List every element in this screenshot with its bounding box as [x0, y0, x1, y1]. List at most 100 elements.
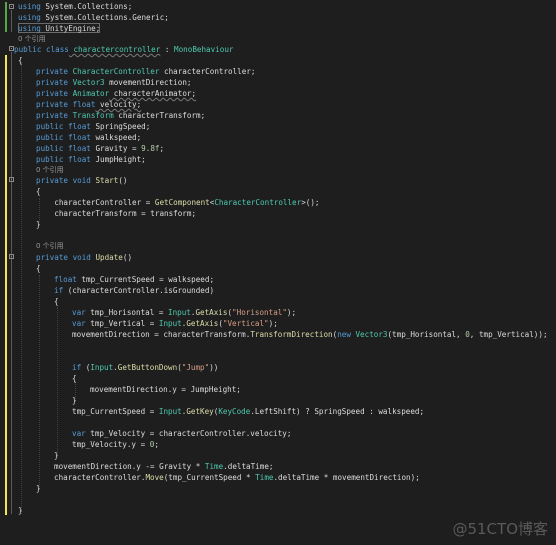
- code-line[interactable]: {: [36, 186, 41, 197]
- code-line[interactable]: {: [18, 55, 23, 66]
- keyword: if: [72, 363, 82, 372]
- code-text: UnityEngine;: [40, 24, 101, 33]
- indent-guide: [57, 307, 58, 455]
- code-line[interactable]: public float Gravity = 9.8f;: [36, 143, 164, 154]
- code-text: System.Collections;: [40, 2, 133, 11]
- code-line[interactable]: using UnityEngine;: [18, 23, 100, 34]
- code-text: characterController.: [54, 473, 146, 482]
- keyword: private: [36, 253, 69, 262]
- type-name: float: [63, 144, 91, 153]
- keyword: void: [68, 253, 91, 262]
- code-line[interactable]: {: [54, 296, 59, 307]
- keyword: var: [72, 308, 86, 317]
- field-name: walkspeed;: [90, 133, 142, 142]
- code-line[interactable]: private float velocity;: [36, 99, 141, 110]
- field-name: characterAnimator;: [109, 89, 197, 98]
- code-line[interactable]: characterTransform = transform;: [36, 208, 196, 219]
- type-name: Time: [204, 462, 224, 471]
- code-line[interactable]: }: [54, 450, 59, 461]
- code-text: (): [118, 176, 128, 185]
- code-line[interactable]: private Transform characterTransform;: [36, 110, 205, 121]
- field-name: velocity;: [95, 100, 142, 109]
- type-name: Input: [90, 363, 114, 372]
- brace: {: [36, 187, 41, 196]
- brace: }: [72, 396, 77, 405]
- codelens-text[interactable]: 0 个引用: [36, 242, 64, 250]
- keyword: new: [337, 330, 351, 339]
- keyword: private: [36, 100, 69, 109]
- code-line[interactable]: tmp_Velocity.y = 0;: [72, 439, 159, 450]
- fold-toggle-icon[interactable]: [9, 177, 14, 182]
- code-line[interactable]: public float SpringSpeed;: [36, 121, 150, 132]
- code-text: (tmp_Horisontal,: [387, 330, 466, 339]
- field-name: characterController;: [159, 67, 256, 76]
- code-line[interactable]: {: [36, 263, 41, 274]
- type-name: float: [63, 155, 91, 164]
- codelens-text[interactable]: 0 个引用: [36, 166, 64, 174]
- method-name: Start: [90, 176, 119, 185]
- code-line[interactable]: public float JumpHeight;: [36, 154, 146, 165]
- code-text: tmp_Horisontal =: [85, 308, 169, 317]
- code-line[interactable]: private void Start(): [36, 175, 127, 186]
- type-name: float: [63, 122, 91, 131]
- code-line[interactable]: {: [72, 373, 77, 384]
- keyword: class: [41, 45, 69, 54]
- keyword: void: [68, 176, 91, 185]
- code-line[interactable]: characterController.Move(tmp_CurrentSpee…: [54, 472, 420, 483]
- type-name: Time: [255, 473, 274, 482]
- code-line[interactable]: movementDirection.y = JumpHeight;: [90, 384, 241, 395]
- brace: }: [36, 220, 41, 229]
- code-line[interactable]: private CharacterController characterCon…: [36, 66, 255, 77]
- code-line[interactable]: characterController = GetComponent<Chara…: [36, 197, 319, 208]
- code-line[interactable]: if (Input.GetButtonDown("Jump")): [72, 362, 218, 373]
- code-line[interactable]: movementDirection = characterTransform.T…: [72, 329, 548, 340]
- code-line[interactable]: }: [18, 505, 23, 516]
- code-text: tmp_Velocity.y =: [72, 440, 150, 449]
- codelens-text[interactable]: 0 个引用: [18, 35, 46, 43]
- code-line[interactable]: private Vector3 movementDirection;: [36, 77, 191, 88]
- code-line[interactable]: var tmp_Horisontal = Input.GetAxis("Hori…: [72, 307, 296, 318]
- keyword: using: [18, 24, 41, 33]
- code-line[interactable]: }: [36, 219, 41, 230]
- code-line[interactable]: float tmp_CurrentSpeed = walkspeed;: [54, 274, 214, 285]
- code-line[interactable]: var tmp_Velocity = characterController.v…: [72, 428, 291, 439]
- code-editor[interactable]: using System.Collections; using System.C…: [0, 0, 556, 545]
- code-line[interactable]: }: [36, 483, 41, 494]
- fold-toggle-icon[interactable]: [9, 4, 14, 9]
- keyword: private: [36, 67, 69, 76]
- change-indicator: [5, 2, 7, 32]
- code-line[interactable]: }: [72, 395, 77, 406]
- code-text: .deltaTime;: [223, 462, 274, 471]
- code-line[interactable]: using System.Collections.Generic;: [18, 12, 169, 23]
- code-line[interactable]: using System.Collections;: [18, 1, 132, 12]
- code-line[interactable]: private Animator characterAnimator;: [36, 88, 196, 99]
- type-name: Vector3: [68, 78, 105, 87]
- type-name: MonoBehaviour: [174, 45, 234, 54]
- fold-toggle-icon[interactable]: [9, 254, 14, 259]
- code-line[interactable]: public class charactercontroller : MonoB…: [14, 44, 233, 55]
- brace: {: [18, 56, 23, 65]
- code-line[interactable]: if (characterController.isGrounded): [54, 285, 214, 296]
- brace: }: [36, 484, 41, 493]
- code-text: (: [81, 363, 91, 372]
- string-literal: "Horisontal": [232, 308, 287, 317]
- code-text: System.Collections.Generic;: [40, 13, 169, 22]
- code-text: );: [286, 308, 297, 317]
- brace: {: [36, 264, 41, 273]
- method-name: GetAxis: [186, 319, 219, 328]
- brace: }: [54, 451, 59, 460]
- type-name: float: [63, 133, 91, 142]
- code-line[interactable]: private void Update(): [36, 252, 132, 263]
- brace: {: [72, 374, 77, 383]
- code-line[interactable]: tmp_CurrentSpeed = Input.GetKey(KeyCode.…: [72, 406, 424, 417]
- code-line[interactable]: public float walkspeed;: [36, 132, 141, 143]
- code-line[interactable]: movementDirection.y -= Gravity * Time.de…: [54, 461, 273, 472]
- type-name: Input: [168, 308, 191, 317]
- method-name: Move: [145, 473, 164, 482]
- field-name: JumpHeight;: [90, 155, 146, 164]
- type-name: Input: [158, 407, 182, 416]
- codelens-references[interactable]: 0 个引用: [36, 241, 64, 252]
- keyword: private: [36, 89, 69, 98]
- code-line[interactable]: var tmp_Vertical = Input.GetAxis("Vertic…: [72, 318, 278, 329]
- method-name: GetButtonDown: [117, 363, 178, 372]
